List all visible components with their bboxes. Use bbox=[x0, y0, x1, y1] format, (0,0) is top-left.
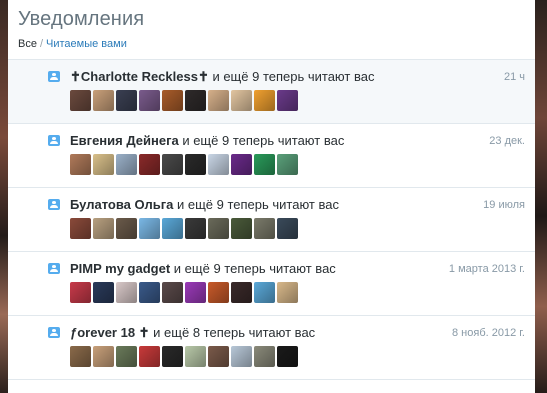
follower-name-link[interactable]: Булатова Ольга bbox=[70, 197, 173, 212]
follow-user-icon bbox=[48, 327, 60, 338]
notifications-panel: Уведомления Все / Читаемые вами ✝Charlotte… bbox=[8, 0, 535, 393]
follower-avatar[interactable] bbox=[93, 346, 114, 367]
follower-avatar[interactable] bbox=[254, 218, 275, 239]
notification-text: Евгения Дейнега и ещё 9 теперь читают ва… bbox=[70, 132, 455, 150]
follower-avatar[interactable] bbox=[231, 282, 252, 303]
follower-avatar[interactable] bbox=[116, 218, 137, 239]
notification-text: ✝Charlotte Reckless✝ и ещё 9 теперь чита… bbox=[70, 68, 455, 86]
filter-separator: / bbox=[39, 38, 44, 50]
follower-avatar[interactable] bbox=[185, 154, 206, 175]
follower-avatar[interactable] bbox=[254, 154, 275, 175]
follower-avatar[interactable] bbox=[93, 218, 114, 239]
follower-avatar[interactable] bbox=[139, 218, 160, 239]
follower-avatars bbox=[70, 282, 300, 304]
notification-time[interactable]: 1 марта 2013 г. bbox=[449, 260, 525, 278]
follower-name-link[interactable]: ✝Charlotte Reckless✝ bbox=[70, 69, 209, 84]
page-title: Уведомления bbox=[18, 8, 145, 30]
follower-avatars bbox=[70, 90, 300, 112]
notification-time[interactable]: 8 нояб. 2012 г. bbox=[452, 324, 525, 342]
follower-avatar[interactable] bbox=[185, 218, 206, 239]
follower-avatar[interactable] bbox=[231, 346, 252, 367]
follower-avatar[interactable] bbox=[162, 90, 183, 111]
follower-avatar[interactable] bbox=[139, 154, 160, 175]
follower-avatar[interactable] bbox=[162, 282, 183, 303]
notification-text: Булатова Ольга и ещё 9 теперь читают вас bbox=[70, 196, 455, 214]
notification-message: и ещё 9 теперь читают вас bbox=[178, 133, 345, 148]
follower-avatar[interactable] bbox=[231, 218, 252, 239]
follower-avatar[interactable] bbox=[70, 218, 91, 239]
notification-message: и ещё 9 теперь читают вас bbox=[208, 69, 375, 84]
follower-avatar[interactable] bbox=[254, 346, 275, 367]
notification-time[interactable]: 19 июля bbox=[483, 196, 525, 214]
filter-following-link[interactable]: Читаемые вами bbox=[46, 38, 127, 50]
follower-avatar[interactable] bbox=[139, 90, 160, 111]
follower-avatar[interactable] bbox=[116, 154, 137, 175]
follower-avatar[interactable] bbox=[277, 218, 298, 239]
background-photo-left-edge bbox=[0, 0, 8, 393]
follower-avatar[interactable] bbox=[70, 154, 91, 175]
follower-avatar[interactable] bbox=[277, 346, 298, 367]
follow-user-icon bbox=[48, 135, 60, 146]
follower-avatar[interactable] bbox=[277, 90, 298, 111]
follower-name-link[interactable]: Евгения Дейнега bbox=[70, 133, 179, 148]
filter-all-link[interactable]: Все bbox=[18, 38, 37, 50]
follower-avatar[interactable] bbox=[93, 154, 114, 175]
follower-avatar[interactable] bbox=[93, 90, 114, 111]
follow-user-icon bbox=[48, 71, 60, 82]
follower-avatar[interactable] bbox=[139, 346, 160, 367]
follower-avatar[interactable] bbox=[254, 282, 275, 303]
notification-text: ƒorever 18 ✝ и ещё 8 теперь читают вас bbox=[70, 324, 455, 342]
notification-message: и ещё 9 теперь читают вас bbox=[170, 261, 336, 276]
follower-avatar[interactable] bbox=[231, 154, 252, 175]
follower-avatar[interactable] bbox=[185, 346, 206, 367]
follower-avatar[interactable] bbox=[231, 90, 252, 111]
follower-avatar[interactable] bbox=[162, 218, 183, 239]
notification-filters: Все / Читаемые вами bbox=[18, 36, 525, 52]
notification-message: и ещё 9 теперь читают вас bbox=[173, 197, 339, 212]
follower-avatar[interactable] bbox=[139, 282, 160, 303]
follower-avatar[interactable] bbox=[116, 346, 137, 367]
follower-avatar[interactable] bbox=[185, 90, 206, 111]
follower-avatar[interactable] bbox=[208, 282, 229, 303]
follower-avatar[interactable] bbox=[116, 282, 137, 303]
follower-avatar[interactable] bbox=[277, 282, 298, 303]
follower-avatar[interactable] bbox=[70, 282, 91, 303]
notification-message: и ещё 8 теперь читают вас bbox=[149, 325, 316, 340]
notification-item[interactable]: Булатова Ольга и ещё 9 теперь читают вас… bbox=[8, 188, 535, 252]
background-photo-right-edge bbox=[535, 0, 547, 393]
follower-avatar[interactable] bbox=[208, 154, 229, 175]
notification-item[interactable]: Евгения Дейнега и ещё 9 теперь читают ва… bbox=[8, 124, 535, 188]
follower-avatar[interactable] bbox=[277, 154, 298, 175]
follower-avatar[interactable] bbox=[208, 346, 229, 367]
follow-user-icon bbox=[48, 199, 60, 210]
follower-avatars bbox=[70, 346, 300, 368]
notifications-header: Уведомления Все / Читаемые вами bbox=[18, 6, 525, 52]
follower-avatars bbox=[70, 154, 300, 176]
follower-avatar[interactable] bbox=[208, 90, 229, 111]
follower-avatar[interactable] bbox=[93, 282, 114, 303]
notification-item[interactable]: ✝Charlotte Reckless✝ и ещё 9 теперь чита… bbox=[8, 60, 535, 124]
notification-list: ✝Charlotte Reckless✝ и ещё 9 теперь чита… bbox=[8, 59, 535, 380]
notification-text: PIMP my gadget и ещё 9 теперь читают вас bbox=[70, 260, 455, 278]
notification-item[interactable]: ƒorever 18 ✝ и ещё 8 теперь читают вас 8… bbox=[8, 316, 535, 380]
follower-avatar[interactable] bbox=[162, 346, 183, 367]
follower-avatar[interactable] bbox=[70, 346, 91, 367]
follow-user-icon bbox=[48, 263, 60, 274]
follower-avatar[interactable] bbox=[162, 154, 183, 175]
follower-name-link[interactable]: PIMP my gadget bbox=[70, 261, 170, 276]
follower-name-link[interactable]: ƒorever 18 ✝ bbox=[70, 325, 150, 340]
notification-item[interactable]: PIMP my gadget и ещё 9 теперь читают вас… bbox=[8, 252, 535, 316]
follower-avatar[interactable] bbox=[208, 218, 229, 239]
follower-avatar[interactable] bbox=[254, 90, 275, 111]
notification-time[interactable]: 21 ч bbox=[504, 68, 525, 86]
follower-avatar[interactable] bbox=[185, 282, 206, 303]
follower-avatar[interactable] bbox=[116, 90, 137, 111]
notification-time[interactable]: 23 дек. bbox=[489, 132, 525, 150]
follower-avatars bbox=[70, 218, 300, 240]
follower-avatar[interactable] bbox=[70, 90, 91, 111]
